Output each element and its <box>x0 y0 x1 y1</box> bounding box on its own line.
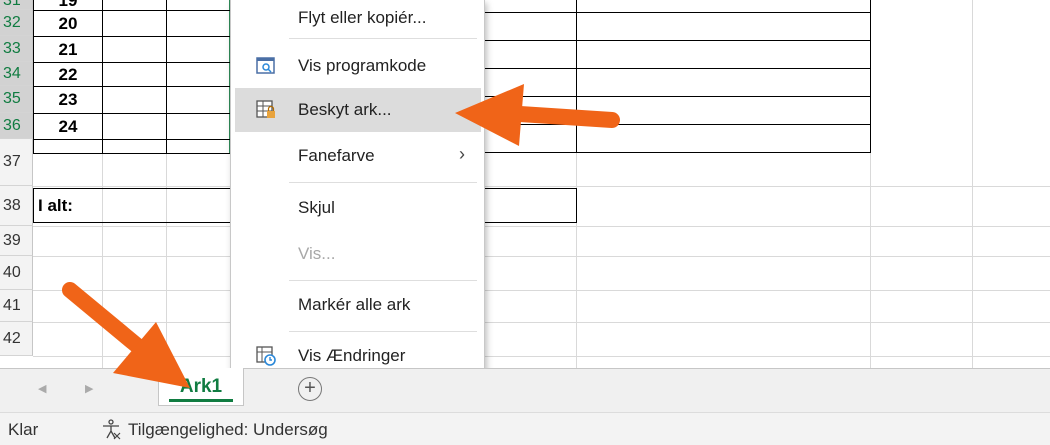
accessibility-status[interactable]: Tilgængelighed: Undersøg <box>128 420 328 440</box>
table-cell[interactable]: 21 <box>34 37 102 62</box>
gridline <box>33 322 1050 323</box>
table-border <box>33 153 231 154</box>
table-border <box>484 124 870 125</box>
gridline <box>33 290 1050 291</box>
row-header[interactable]: 37 <box>0 139 33 186</box>
row-header[interactable]: 35 <box>0 86 33 113</box>
table-border <box>166 0 167 153</box>
view-code-icon <box>256 57 275 74</box>
table-cell[interactable]: 24 <box>34 114 102 139</box>
menu-item-label: Flyt eller kopiér... <box>298 8 427 27</box>
row-header[interactable]: 42 <box>0 322 33 356</box>
sheet-tab-bar: ◀ ▶ Ark1 + <box>0 368 1050 412</box>
table-border <box>102 0 103 153</box>
scroll-tabs-left-icon[interactable]: ◀ <box>38 382 46 395</box>
table-border <box>484 40 870 41</box>
menu-separator <box>289 280 477 281</box>
scroll-tabs-right-icon[interactable]: ▶ <box>85 382 93 395</box>
menu-item-hide[interactable]: Skjul <box>235 190 481 226</box>
status-bar: Klar Tilgængelighed: Undersøg <box>0 412 1050 445</box>
menu-item-protect-sheet[interactable]: Beskyt ark... <box>235 88 481 132</box>
menu-item-view-code[interactable]: Vis programkode <box>235 48 481 84</box>
table-cell[interactable]: 20 <box>34 11 102 36</box>
table-cell[interactable]: 23 <box>34 87 102 113</box>
menu-separator <box>289 182 477 183</box>
protect-sheet-icon <box>256 100 275 118</box>
menu-item-unhide: Vis... <box>235 236 481 272</box>
row-header[interactable]: 38 <box>0 186 33 226</box>
menu-item-label: Beskyt ark... <box>298 100 392 119</box>
menu-item-label: Vis programkode <box>298 56 427 75</box>
row-header[interactable]: 31 <box>0 0 33 10</box>
table-border <box>484 12 870 13</box>
table-cell[interactable]: 22 <box>34 63 102 86</box>
show-changes-icon <box>256 346 276 366</box>
accessibility-icon[interactable] <box>100 418 122 440</box>
sheet-tab-label: Ark1 <box>179 375 223 397</box>
gridline <box>972 0 973 368</box>
table-border <box>484 152 870 153</box>
table-border <box>33 222 231 223</box>
gridline <box>33 186 1050 187</box>
sheet-tab-context-menu: Flyt eller kopiér... Vis programkode Bes… <box>230 0 485 381</box>
table-border <box>33 139 231 140</box>
status-ready-text: Klar <box>8 420 39 439</box>
menu-separator <box>289 331 477 332</box>
gridline <box>33 226 1050 227</box>
table-border <box>33 188 34 223</box>
row-header[interactable]: 33 <box>0 36 33 62</box>
table-border <box>33 188 231 189</box>
menu-separator <box>289 38 477 39</box>
gridline <box>33 356 1050 357</box>
table-border <box>484 68 870 69</box>
table-border <box>484 96 870 97</box>
gridline <box>33 256 1050 257</box>
worksheet-grid[interactable]: 31 32 33 34 35 36 37 38 39 40 41 42 19 2… <box>0 0 1050 368</box>
table-border <box>484 222 577 223</box>
sheet-tab-ark1[interactable]: Ark1 <box>158 368 244 406</box>
table-border <box>484 188 577 189</box>
menu-item-move-copy[interactable]: Flyt eller kopiér... <box>235 0 481 36</box>
menu-item-label: Vis Ændringer <box>298 346 406 365</box>
row-header[interactable]: 41 <box>0 290 33 322</box>
row-header[interactable]: 39 <box>0 226 33 256</box>
table-border <box>576 188 577 223</box>
row-header[interactable]: 40 <box>0 256 33 290</box>
row-header[interactable]: 34 <box>0 62 33 86</box>
menu-item-label: Markér alle ark <box>298 295 411 314</box>
total-label-cell[interactable]: I alt: <box>38 190 218 222</box>
menu-item-label: Vis... <box>298 244 336 263</box>
chevron-right-icon: › <box>459 144 465 164</box>
table-border <box>576 0 577 153</box>
table-border <box>870 0 871 153</box>
menu-item-label: Fanefarve <box>298 146 375 165</box>
add-sheet-icon[interactable]: + <box>298 377 322 401</box>
row-header[interactable]: 32 <box>0 10 33 36</box>
menu-item-select-all-sheets[interactable]: Markér alle ark <box>235 287 481 323</box>
menu-item-tab-color[interactable]: Fanefarve › <box>235 138 481 174</box>
table-cell[interactable]: 19 <box>34 0 102 10</box>
row-header[interactable]: 36 <box>0 113 33 139</box>
menu-item-label: Skjul <box>298 198 335 217</box>
